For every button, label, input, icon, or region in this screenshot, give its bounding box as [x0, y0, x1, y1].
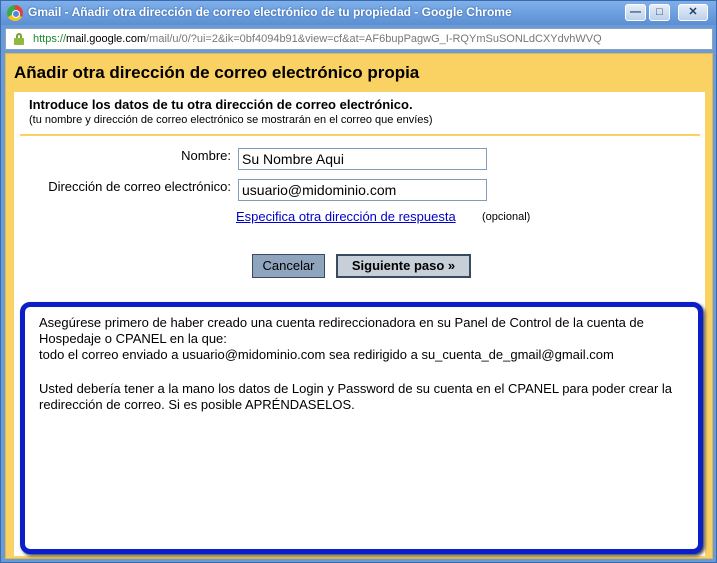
- url-host: mail.google.com: [66, 33, 147, 45]
- note-paragraph-1: Asegúrese primero de haber creado una cu…: [39, 315, 694, 363]
- close-icon[interactable]: ✕: [678, 4, 708, 21]
- minimize-icon[interactable]: —: [625, 4, 646, 21]
- dialog-title: Añadir otra dirección de correo electrón…: [14, 63, 420, 82]
- lock-icon: [14, 33, 24, 45]
- cancel-button[interactable]: Cancelar: [252, 254, 325, 278]
- email-label: Dirección de correo electrónico:: [48, 179, 231, 194]
- note-line-1: Asegúrese primero de haber creado una cu…: [39, 315, 644, 346]
- window-title: Gmail - Añadir otra dirección de correo …: [28, 5, 512, 19]
- note-line-2: todo el correo enviado a usuario@midomin…: [39, 347, 614, 362]
- url-scheme: https://: [33, 33, 67, 45]
- note-paragraph-2: Usted debería tener a la mano los datos …: [39, 381, 673, 412]
- url-path: /mail/u/0/?ui=2&ik=0bf4094b91&view=cf&at…: [146, 33, 602, 45]
- form-panel: Introduce los datos de tu otra dirección…: [14, 92, 705, 556]
- dialog-page: Añadir otra dirección de correo electrón…: [5, 53, 713, 559]
- intro-title: Introduce los datos de tu otra dirección…: [29, 97, 413, 112]
- reply-address-link[interactable]: Especifica otra dirección de respuesta: [236, 209, 456, 224]
- optional-text: (opcional): [482, 211, 531, 223]
- maximize-icon[interactable]: □: [649, 4, 670, 21]
- address-bar[interactable]: https://mail.google.com/mail/u/0/?ui=2&i…: [5, 28, 713, 50]
- separator: [20, 134, 700, 136]
- intro-subtitle: (tu nombre y dirección de correo electró…: [29, 114, 433, 126]
- title-bar[interactable]: Gmail - Añadir otra dirección de correo …: [1, 1, 716, 25]
- next-step-button[interactable]: Siguiente paso »: [336, 254, 471, 278]
- email-field[interactable]: [238, 179, 487, 201]
- browser-window: Gmail - Añadir otra dirección de correo …: [0, 0, 717, 563]
- note-box: Asegúrese primero de haber creado una cu…: [20, 302, 703, 554]
- name-field[interactable]: [238, 148, 487, 170]
- chrome-icon: [7, 5, 23, 21]
- url-text[interactable]: https://mail.google.com/mail/u/0/?ui=2&i…: [33, 33, 602, 45]
- name-label: Nombre:: [181, 148, 231, 163]
